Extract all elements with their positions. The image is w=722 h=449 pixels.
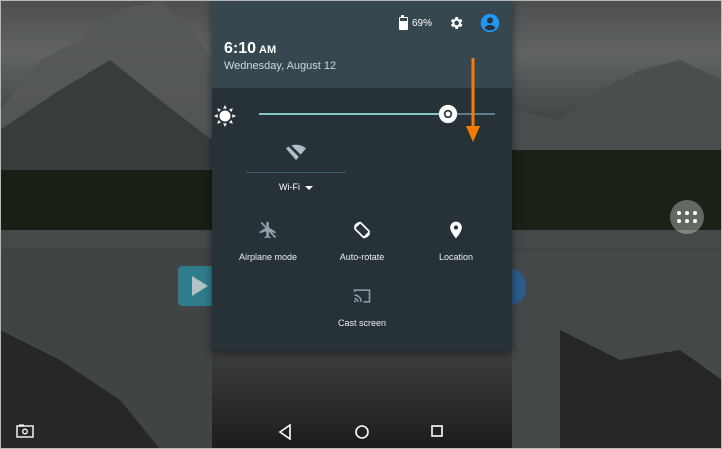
location-pin-icon — [450, 221, 462, 239]
airplane-mode-tile[interactable]: Airplane mode — [218, 220, 318, 270]
brightness-slider-track[interactable] — [259, 113, 495, 115]
account-icon[interactable] — [480, 13, 500, 33]
wifi-off-icon — [286, 143, 306, 161]
status-row: 69% — [398, 12, 500, 34]
wifi-tile[interactable]: Wi-Fi — [246, 140, 346, 198]
gear-icon[interactable] — [448, 15, 464, 31]
brightness-icon — [214, 105, 236, 127]
divider — [246, 172, 346, 173]
cast-screen-label: Cast screen — [337, 318, 387, 328]
clock-date[interactable]: Wednesday, August 12 — [224, 60, 336, 72]
play-icon — [192, 276, 208, 296]
chevron-down-icon — [305, 185, 313, 190]
home-icon[interactable] — [354, 424, 370, 440]
wifi-label-row[interactable]: Wi-Fi — [246, 182, 346, 192]
brightness-slider-thumb[interactable] — [438, 104, 458, 124]
cast-icon — [353, 289, 371, 303]
app-drawer-icon[interactable] — [670, 200, 704, 234]
clock-ampm: AM — [259, 44, 277, 56]
location-label: Location — [438, 252, 474, 262]
battery-percent: 69% — [411, 17, 432, 29]
rotate-icon — [353, 221, 371, 239]
quick-settings-shade[interactable]: 69% 6:10 AM Wednesday, August 12 Wi-Fi A… — [212, 0, 512, 351]
navigation-bar — [0, 418, 722, 449]
airplane-icon — [259, 221, 277, 239]
recents-icon[interactable] — [430, 424, 444, 438]
back-icon[interactable] — [278, 424, 292, 440]
auto-rotate-label: Auto-rotate — [339, 252, 385, 262]
clock-time-value: 6:10 — [224, 40, 257, 57]
screenshot-icon[interactable] — [16, 424, 34, 438]
location-tile[interactable]: Location — [406, 220, 506, 270]
arrow-down-icon — [466, 58, 480, 142]
wifi-label: Wi-Fi — [279, 182, 300, 192]
clock-time[interactable]: 6:10 AM — [224, 40, 276, 58]
cast-screen-tile[interactable]: Cast screen — [312, 286, 412, 336]
auto-rotate-tile[interactable]: Auto-rotate — [312, 220, 412, 270]
battery-icon — [398, 14, 408, 30]
airplane-mode-label: Airplane mode — [238, 252, 298, 262]
brightness-slider-level — [259, 113, 448, 115]
